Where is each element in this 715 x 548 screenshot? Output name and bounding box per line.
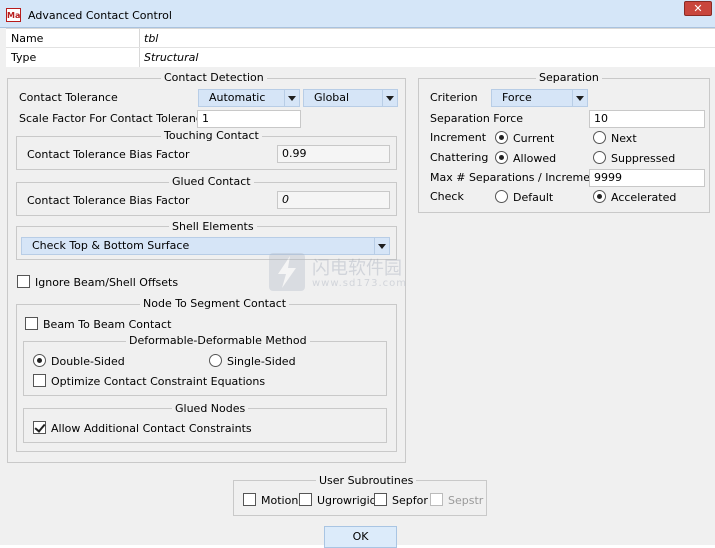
title-bar: Ma Advanced Contact Control ✕ (0, 0, 715, 28)
separation-force-input[interactable]: 10 (589, 110, 705, 128)
double-sided-label: Double-Sided (51, 355, 125, 368)
check-default-radio[interactable] (495, 190, 508, 203)
allow-constraints-label: Allow Additional Contact Constraints (51, 422, 252, 435)
chevron-down-icon (284, 90, 299, 106)
chevron-down-icon (572, 90, 587, 106)
window-title: Advanced Contact Control (28, 9, 172, 22)
chattering-allowed-radio[interactable] (495, 151, 508, 164)
motion-label: Motion (261, 494, 299, 507)
user-subroutines-title: User Subroutines (316, 474, 417, 487)
check-accelerated-radio[interactable] (593, 190, 606, 203)
separation-title: Separation (536, 71, 602, 84)
increment-next-label: Next (611, 132, 637, 145)
name-label: Name (11, 32, 44, 45)
chevron-down-icon (382, 90, 397, 106)
chattering-label: Chattering (430, 151, 489, 164)
touching-contact-title: Touching Contact (161, 129, 262, 142)
criterion-label: Criterion (430, 91, 478, 104)
dd-method-title: Deformable-Deformable Method (126, 334, 310, 347)
dialog-window: Ma Advanced Contact Control ✕ Name tbl T… (0, 0, 715, 548)
sepfor-checkbox[interactable] (374, 493, 387, 506)
allow-constraints-checkbox[interactable] (33, 421, 46, 434)
check-accelerated-label: Accelerated (611, 191, 677, 204)
watermark: 闪电软件园 www.sd173.com (268, 252, 438, 294)
scale-factor-input[interactable]: 1 (197, 110, 301, 128)
beam-to-beam-label: Beam To Beam Contact (43, 318, 172, 331)
sepstr-label: Sepstr (448, 494, 484, 507)
node-to-segment-title: Node To Segment Contact (140, 297, 290, 310)
separation-force-label: Separation Force (430, 112, 524, 125)
motion-checkbox[interactable] (243, 493, 256, 506)
ugrowrigid-label: Ugrowrigid (317, 494, 377, 507)
type-label: Type (11, 51, 37, 64)
tolerance-mode-dropdown[interactable]: Automatic (198, 89, 300, 107)
optimize-label: Optimize Contact Constraint Equations (51, 375, 266, 388)
ignore-offsets-label: Ignore Beam/Shell Offsets (35, 276, 179, 289)
contact-detection-title: Contact Detection (161, 71, 267, 84)
scale-factor-label: Scale Factor For Contact Tolerance (19, 112, 209, 125)
name-field[interactable]: tbl (144, 32, 158, 45)
touching-bias-label: Contact Tolerance Bias Factor (27, 148, 190, 161)
increment-next-radio[interactable] (593, 131, 606, 144)
chattering-suppressed-radio[interactable] (593, 151, 606, 164)
sepfor-label: Sepfor (392, 494, 428, 507)
check-label: Check (430, 190, 464, 203)
tolerance-scope-dropdown[interactable]: Global (303, 89, 398, 107)
max-separations-label: Max # Separations / Increment (430, 171, 602, 184)
tolerance-scope-value: Global (314, 91, 350, 104)
shell-elements-title: Shell Elements (169, 220, 257, 233)
glued-bias-input[interactable]: 0 (277, 191, 390, 209)
watermark-cn-text: 闪电软件园 (312, 258, 402, 279)
optimize-checkbox[interactable] (33, 374, 46, 387)
name-divider (139, 29, 140, 67)
single-sided-label: Single-Sided (227, 355, 296, 368)
max-separations-input[interactable]: 9999 (589, 169, 705, 187)
single-sided-radio[interactable] (209, 354, 222, 367)
name-type-panel: Name tbl Type Structural (6, 28, 715, 67)
shell-check-value: Check Top & Bottom Surface (32, 239, 190, 252)
criterion-dropdown[interactable]: Force (491, 89, 588, 107)
tolerance-mode-value: Automatic (209, 91, 266, 104)
increment-label: Increment (430, 131, 487, 144)
row-divider (6, 47, 715, 48)
touching-bias-input[interactable]: 0.99 (277, 145, 390, 163)
chattering-suppressed-label: Suppressed (611, 152, 676, 165)
type-value: Structural (144, 51, 199, 64)
chattering-allowed-label: Allowed (513, 152, 557, 165)
sepstr-checkbox (430, 493, 443, 506)
watermark-url-text: www.sd173.com (312, 278, 407, 289)
glued-bias-label: Contact Tolerance Bias Factor (27, 194, 190, 207)
ignore-offsets-checkbox[interactable] (17, 275, 30, 288)
double-sided-radio[interactable] (33, 354, 46, 367)
lightning-logo-icon (269, 253, 305, 291)
criterion-value: Force (502, 91, 532, 104)
increment-current-label: Current (513, 132, 555, 145)
close-button[interactable]: ✕ (684, 1, 712, 16)
app-logo-icon: Ma (6, 8, 21, 22)
check-default-label: Default (513, 191, 554, 204)
ugrowrigid-checkbox[interactable] (299, 493, 312, 506)
glued-contact-title: Glued Contact (169, 175, 254, 188)
contact-tolerance-label: Contact Tolerance (19, 91, 118, 104)
beam-to-beam-checkbox[interactable] (25, 317, 38, 330)
glued-nodes-title: Glued Nodes (172, 402, 249, 415)
increment-current-radio[interactable] (495, 131, 508, 144)
